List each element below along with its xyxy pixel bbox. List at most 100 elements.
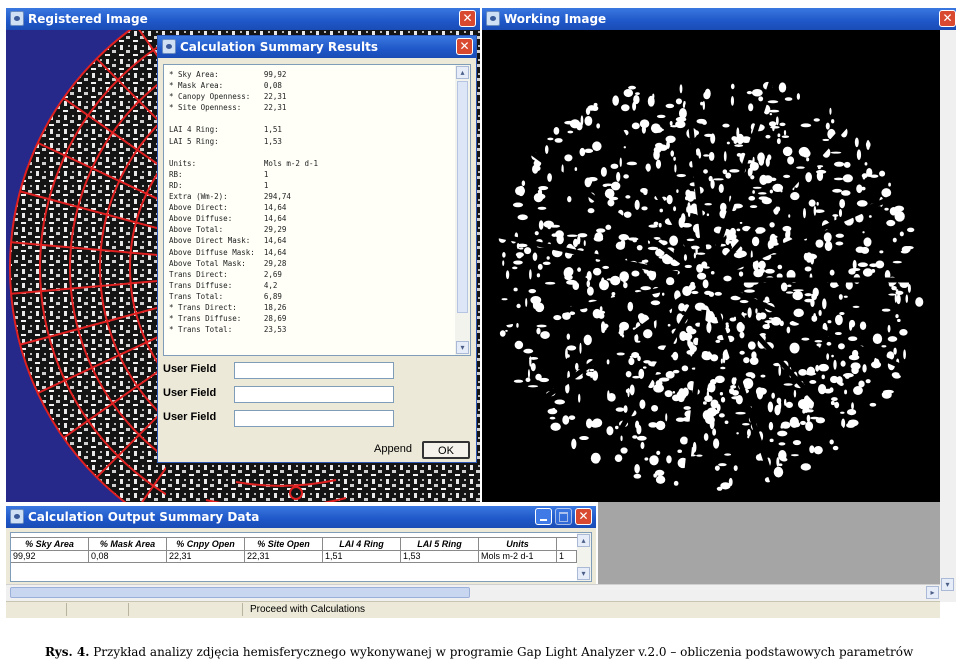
sky-gap bbox=[544, 281, 556, 285]
result-line: Extra (Wm-2): 294,74 bbox=[169, 192, 291, 202]
results-textbox[interactable]: * Sky Area: 99,92 * Mask Area: 0,08 * Cano… bbox=[163, 64, 471, 356]
sky-gap bbox=[513, 287, 518, 292]
sky-gap bbox=[764, 268, 775, 274]
sky-gap bbox=[586, 420, 590, 425]
sky-gap bbox=[693, 252, 696, 259]
sky-gap bbox=[736, 432, 739, 435]
user-field-input-2[interactable] bbox=[234, 386, 394, 403]
sky-gap bbox=[838, 343, 845, 350]
result-line: LAI 5 Ring: 1,53 bbox=[169, 136, 282, 146]
scroll-thumb[interactable] bbox=[457, 81, 468, 313]
result-line: Trans Direct: 2,69 bbox=[169, 269, 282, 279]
results-scrollbar[interactable]: ▴ ▾ bbox=[455, 65, 470, 355]
sky-gap bbox=[805, 172, 812, 183]
sky-gap bbox=[675, 417, 685, 422]
sky-gap bbox=[802, 208, 806, 219]
sky-gap bbox=[904, 285, 907, 288]
sky-gap bbox=[743, 357, 750, 364]
maximize-icon[interactable] bbox=[555, 508, 572, 525]
sky-gap bbox=[517, 185, 525, 197]
vertical-scrollbar[interactable]: ▾ bbox=[940, 30, 956, 602]
table-row[interactable]: 99,92 0,08 22,31 22,31 1,51 1,53 Mols m-2 d-1 1 bbox=[11, 550, 577, 563]
horizontal-scrollbar[interactable]: ▸ bbox=[6, 584, 940, 601]
output-grid-scrollbar[interactable]: ▴ ▾ bbox=[577, 533, 591, 581]
sky-gap bbox=[826, 341, 832, 346]
sky-gap bbox=[848, 420, 853, 424]
scroll-up-icon[interactable]: ▴ bbox=[456, 66, 469, 79]
workspace-background bbox=[598, 502, 940, 584]
column-header[interactable]: LAI 4 Ring bbox=[323, 538, 401, 550]
column-header[interactable]: % Site Open bbox=[245, 538, 323, 550]
sky-gap bbox=[785, 401, 794, 408]
close-icon[interactable]: ✕ bbox=[939, 10, 956, 27]
sky-gap bbox=[786, 326, 791, 334]
sky-gap bbox=[777, 133, 781, 138]
sky-gap bbox=[830, 151, 842, 154]
sky-gap bbox=[516, 323, 519, 328]
close-icon[interactable]: ✕ bbox=[456, 38, 473, 55]
sky-gap bbox=[718, 413, 725, 418]
column-header[interactable]: % Cnpy Open bbox=[167, 538, 245, 550]
sky-gap bbox=[501, 298, 508, 301]
ok-button[interactable]: OK bbox=[422, 441, 470, 459]
append-button[interactable]: Append bbox=[370, 441, 416, 459]
registered-image-titlebar[interactable]: Registered Image ✕ bbox=[6, 8, 480, 30]
column-header[interactable]: Units bbox=[479, 538, 557, 550]
sky-gap bbox=[758, 155, 765, 166]
sky-gap bbox=[678, 107, 687, 119]
sky-gap bbox=[655, 475, 666, 484]
sky-gap bbox=[574, 362, 579, 371]
sky-gap bbox=[554, 138, 563, 143]
sky-gap bbox=[585, 371, 595, 377]
sky-gap bbox=[585, 107, 591, 116]
sky-gap bbox=[513, 260, 523, 265]
user-field-input-3[interactable] bbox=[234, 410, 394, 427]
sky-gap bbox=[806, 157, 810, 162]
scroll-down-icon[interactable]: ▾ bbox=[577, 567, 590, 580]
close-icon[interactable]: ✕ bbox=[575, 508, 592, 525]
scroll-down-icon[interactable]: ▾ bbox=[941, 578, 954, 591]
sky-gap bbox=[700, 101, 704, 106]
table-cell: 1 bbox=[557, 550, 577, 562]
sky-gap bbox=[767, 401, 774, 413]
sky-gap bbox=[554, 399, 565, 405]
sky-gap bbox=[770, 126, 780, 129]
scroll-right-icon[interactable]: ▸ bbox=[926, 586, 939, 599]
sky-gap bbox=[857, 262, 868, 268]
sky-gap bbox=[752, 186, 762, 189]
sky-gap bbox=[768, 421, 774, 431]
summary-dialog-titlebar[interactable]: Calculation Summary Results ✕ bbox=[158, 36, 476, 58]
scroll-down-icon[interactable]: ▾ bbox=[456, 341, 469, 354]
result-line: * Trans Diffuse: 28,69 bbox=[169, 314, 287, 324]
sky-gap bbox=[652, 93, 655, 100]
column-header[interactable]: LAI 5 Ring bbox=[401, 538, 479, 550]
sky-gap bbox=[825, 122, 830, 130]
minimize-icon[interactable] bbox=[535, 508, 552, 525]
close-icon[interactable]: ✕ bbox=[459, 10, 476, 27]
scroll-up-icon[interactable]: ▴ bbox=[577, 534, 590, 547]
sky-gap bbox=[790, 454, 799, 457]
sky-gap bbox=[665, 135, 676, 144]
working-image-titlebar[interactable]: Working Image ✕ bbox=[482, 8, 956, 30]
horizontal-scroll-thumb[interactable] bbox=[10, 587, 470, 598]
sky-gap bbox=[643, 329, 653, 339]
sky-gap bbox=[846, 408, 857, 416]
sky-gap bbox=[592, 267, 602, 276]
sky-gap bbox=[638, 368, 645, 380]
sky-gap bbox=[884, 207, 889, 211]
sky-gap bbox=[730, 96, 735, 106]
sky-gap bbox=[679, 436, 689, 445]
column-header[interactable]: % Sky Area bbox=[11, 538, 89, 550]
sky-gap bbox=[850, 362, 861, 370]
column-header[interactable]: % Mask Area bbox=[89, 538, 167, 550]
sky-gap bbox=[590, 420, 601, 428]
sky-gap bbox=[736, 153, 742, 157]
sky-gap bbox=[628, 357, 635, 366]
user-field-input-1[interactable] bbox=[234, 362, 394, 379]
sky-gap bbox=[706, 213, 710, 217]
sky-gap bbox=[686, 325, 694, 334]
sky-gap bbox=[725, 237, 730, 246]
output-window-titlebar[interactable]: Calculation Output Summary Data ✕ bbox=[6, 506, 596, 528]
sky-gap bbox=[840, 360, 846, 367]
sky-gap bbox=[627, 237, 639, 241]
